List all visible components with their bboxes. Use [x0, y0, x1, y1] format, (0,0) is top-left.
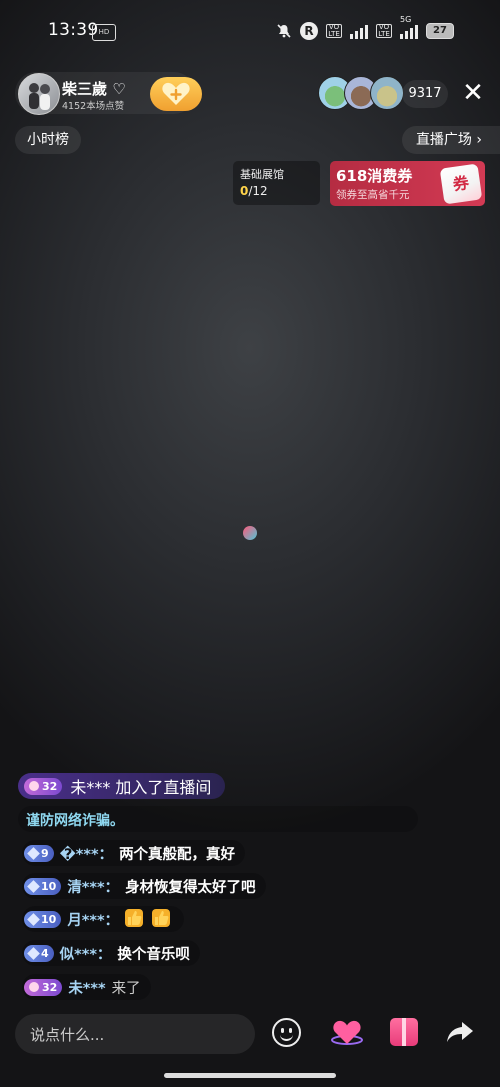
hour-rank-button[interactable]: 小时榜 — [15, 126, 81, 154]
level-badge: 32 — [24, 777, 63, 795]
level-badge: 10 — [24, 910, 62, 928]
gallery-title: 基础展馆 — [240, 168, 284, 181]
gallery-progress: 0/12 — [240, 184, 268, 198]
coupon-subtitle: 领券至高省千元 — [336, 189, 410, 201]
flower-icon — [29, 781, 39, 791]
chat-user[interactable]: 清***： — [67, 876, 119, 897]
diamond-icon — [27, 912, 40, 926]
status-time: 13:39 — [48, 20, 99, 40]
viewer-count[interactable]: 9317 — [402, 80, 448, 108]
r-icon: R — [300, 22, 318, 40]
chat-message[interactable]: 9 �***： 两个真般配，真好 — [22, 840, 246, 866]
level-badge: 32 — [24, 978, 63, 996]
follow-button[interactable] — [150, 77, 202, 111]
hd-icon: HD — [92, 24, 116, 41]
volte-icon-2: VO LTE — [376, 24, 392, 38]
thumbs-up-icon — [152, 909, 171, 927]
mute-bell-icon — [276, 23, 292, 39]
host-name: 柴三歲 ♡ — [62, 80, 126, 98]
loading-dot — [243, 526, 257, 540]
gallery-progress-total: /12 — [248, 184, 268, 198]
home-indicator[interactable] — [164, 1073, 336, 1078]
level-badge: 4 — [24, 944, 54, 962]
chat-message[interactable]: 4 似***： 换个音乐呗 — [22, 940, 200, 966]
signal-icon — [350, 23, 368, 39]
chat-body: 来了 — [111, 980, 141, 997]
chat-body: 换个音乐呗 — [117, 946, 190, 963]
battery-icon: 27 — [426, 23, 454, 39]
heart-gift-icon[interactable] — [330, 1016, 364, 1050]
diamond-icon — [27, 946, 40, 960]
chat-body: 身材恢复得太好了吧 — [125, 879, 256, 896]
fraud-notice: 谨防网络诈骗。 — [26, 813, 124, 829]
chat-message[interactable]: 10 月***： — [22, 906, 185, 932]
live-plaza-button[interactable]: 直播广场 › — [401, 126, 500, 154]
heart-plus-icon — [162, 82, 190, 105]
chat-message[interactable]: 10 清***： 身材恢复得太好了吧 — [22, 873, 266, 899]
gift-icon[interactable] — [390, 1018, 418, 1046]
signal-5g-icon: 5G — [400, 15, 418, 39]
viewer-avatars[interactable] — [318, 76, 404, 110]
coupon-title: 618消费券 — [336, 167, 413, 185]
chat-user[interactable]: 月***： — [67, 909, 119, 930]
coupon-ticket-icon: 券 — [439, 163, 483, 205]
share-icon[interactable] — [446, 1020, 474, 1050]
network-type: 5G — [400, 15, 412, 24]
diamond-icon — [27, 846, 40, 860]
comment-placeholder[interactable]: 说点什么... — [30, 1024, 104, 1045]
chat-body: 两个真般配，真好 — [119, 846, 236, 863]
chat-user[interactable]: 未*** — [68, 977, 105, 998]
volte-icon: VO LTE — [326, 24, 342, 38]
level-badge: 10 — [24, 877, 62, 895]
chat-user[interactable]: 似***： — [60, 943, 112, 964]
chat-user[interactable]: �***： — [60, 843, 113, 864]
join-banner: 32 未*** 加入了直播间 — [18, 773, 226, 799]
diamond-icon — [27, 879, 40, 893]
flower-icon — [29, 982, 39, 992]
chat-message[interactable]: 32 未*** 来了 — [22, 974, 151, 1000]
host-likes: 4152本场点赞 — [62, 101, 125, 112]
level-badge: 9 — [24, 844, 54, 862]
host-avatar[interactable] — [18, 73, 60, 115]
close-icon[interactable]: ✕ — [458, 78, 488, 108]
viewer-avatar[interactable] — [370, 76, 404, 110]
chat-body — [125, 909, 174, 928]
thumbs-up-icon — [125, 909, 144, 927]
join-text: 未*** 加入了直播间 — [70, 778, 212, 797]
status-icons: R VO LTE VO LTE 5G 27 — [276, 15, 454, 40]
